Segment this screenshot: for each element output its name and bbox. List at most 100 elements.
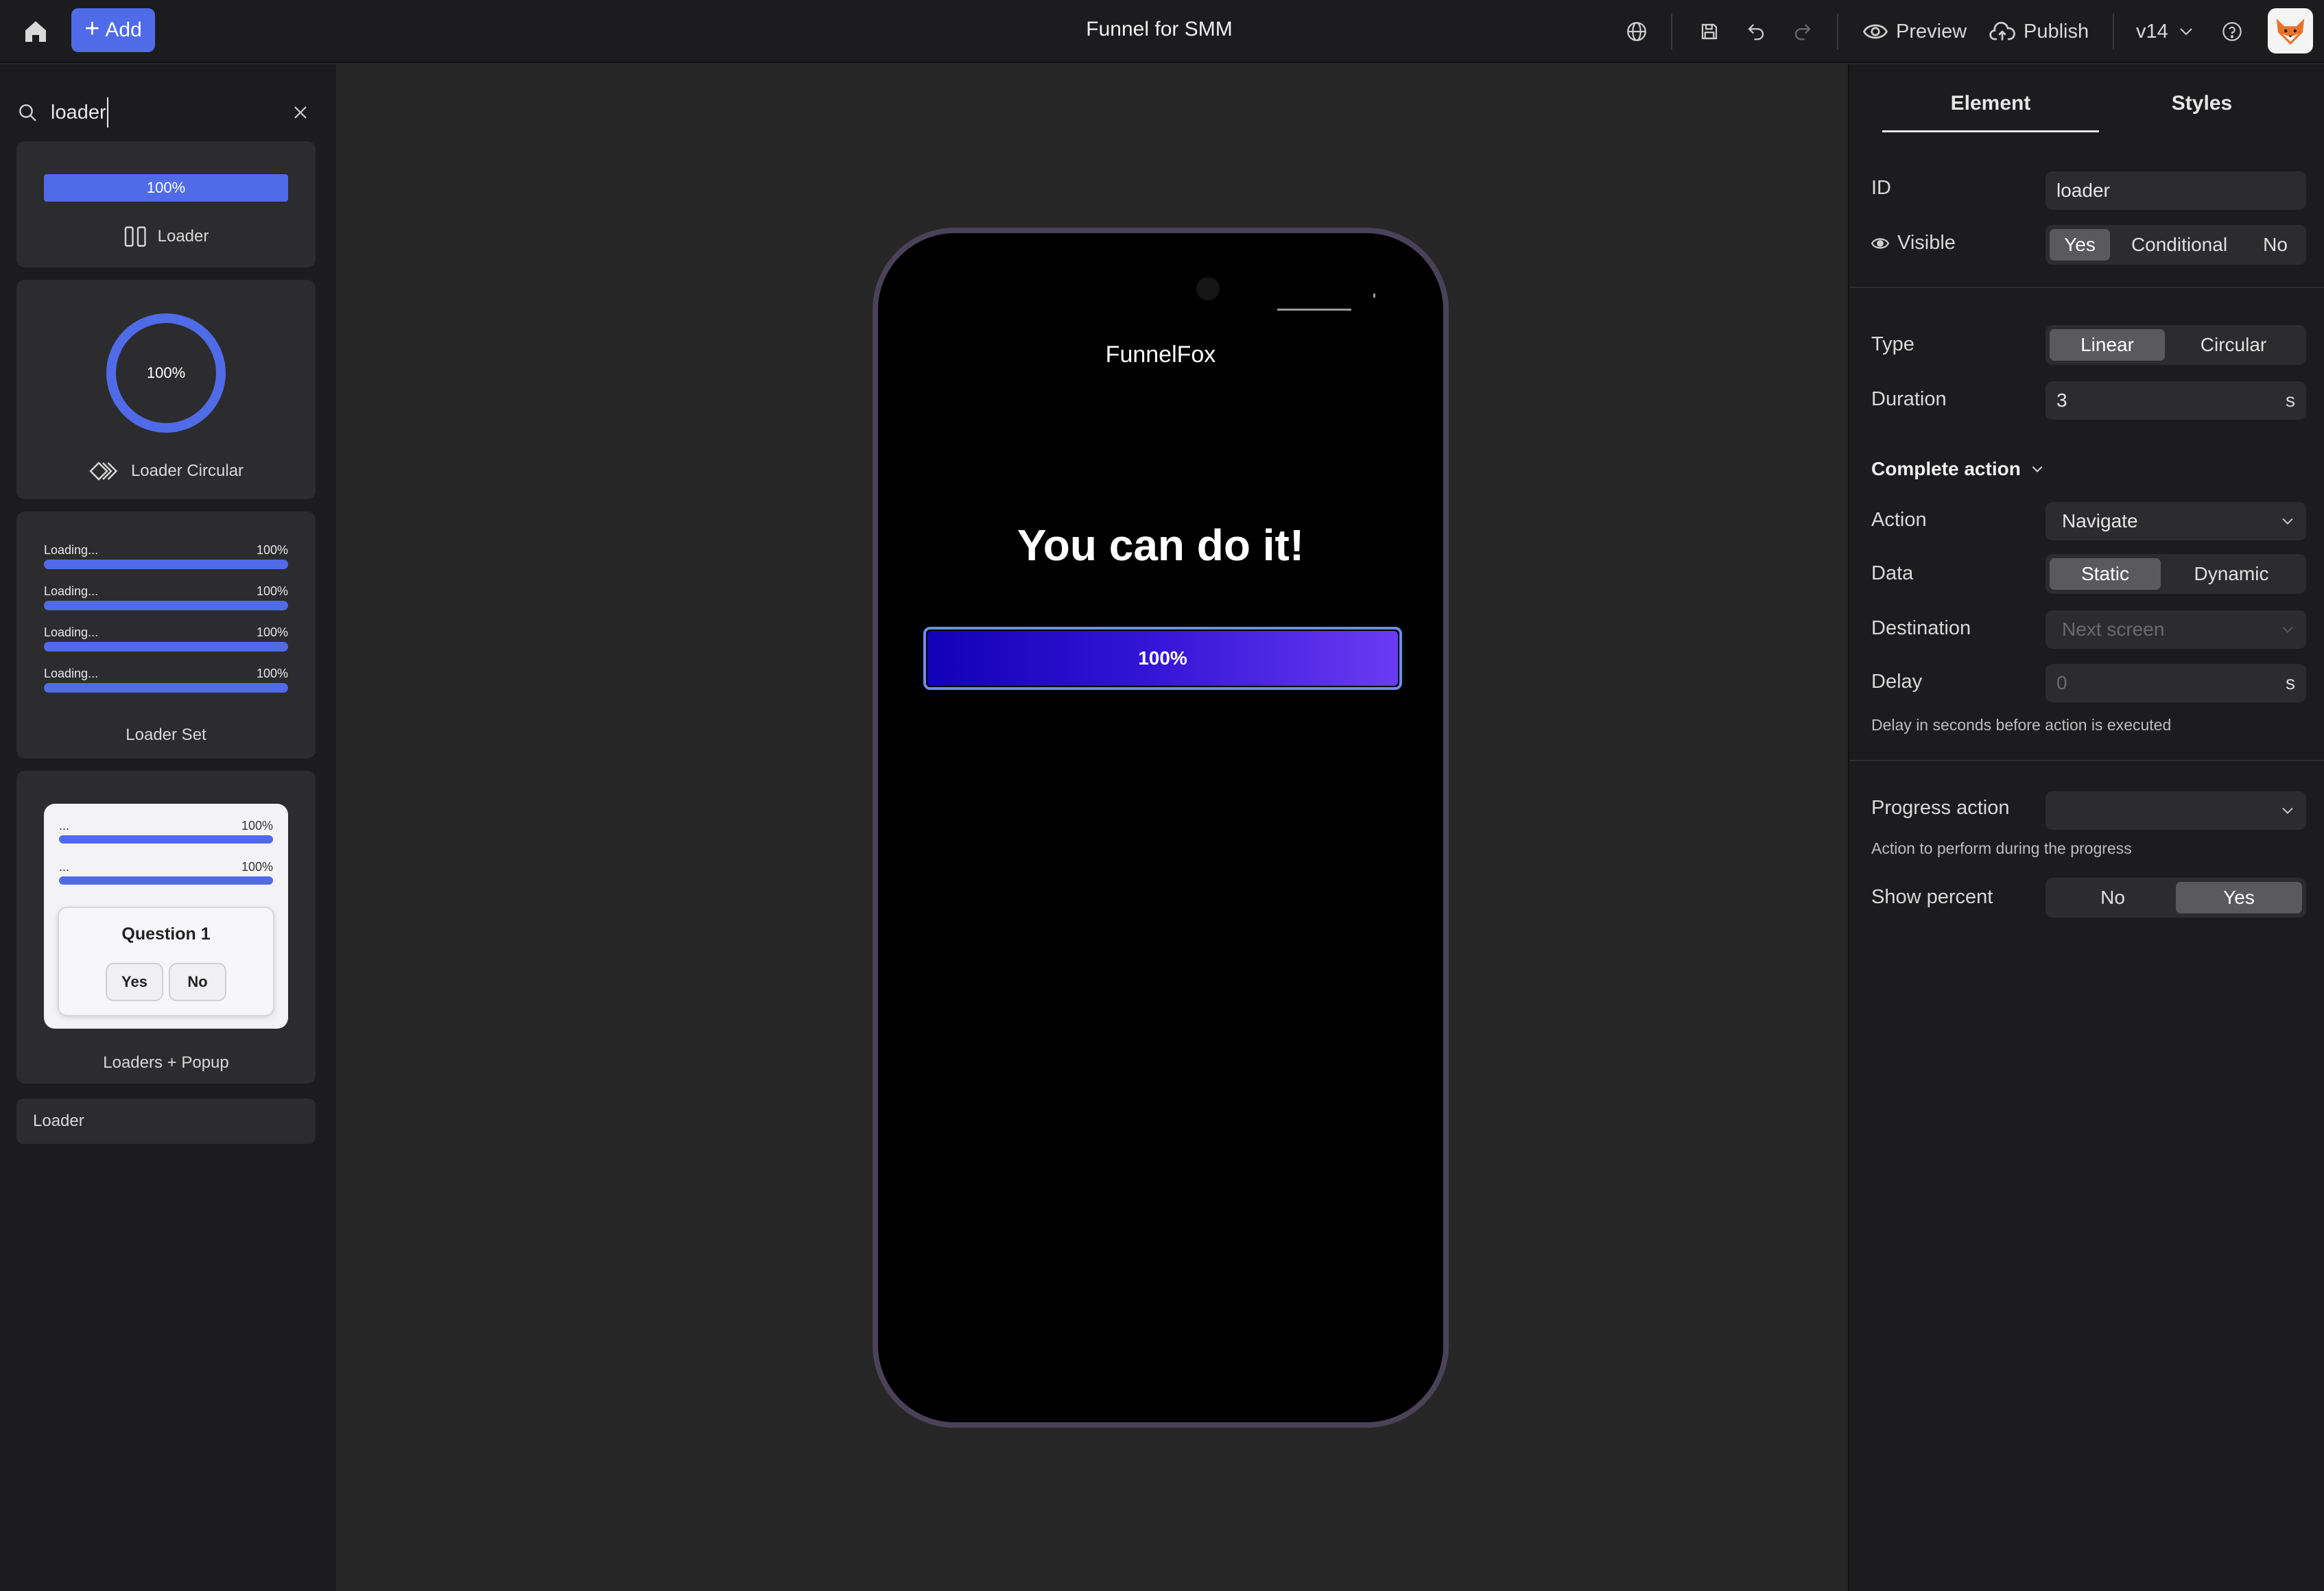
- tab-styles[interactable]: Styles: [2099, 92, 2305, 130]
- cloud-upload-icon: [1989, 21, 2015, 40]
- save-button[interactable]: [1694, 16, 1724, 47]
- linear-loader-icon: [124, 226, 146, 247]
- section-divider: [1849, 287, 2324, 288]
- element-card-loader-circular[interactable]: 100% Loader Circular: [16, 280, 316, 499]
- top-bar: + Add Funnel for SMM Preview Publish v14: [0, 0, 2324, 63]
- row-label: Loading...: [44, 625, 99, 639]
- duration-value: 3: [2056, 390, 2067, 411]
- visible-label-text: Visible: [1897, 232, 1956, 254]
- help-button[interactable]: [2217, 16, 2247, 47]
- progress-action-label: Progress action: [1871, 797, 2010, 819]
- eye-icon: [1863, 24, 1888, 39]
- row-percent: 100%: [256, 543, 288, 557]
- active-tab-indicator: [1882, 130, 2099, 132]
- action-value: Navigate: [2062, 510, 2138, 531]
- redo-icon: [1794, 24, 1811, 40]
- visible-option-yes[interactable]: Yes: [2050, 229, 2110, 261]
- chevron-down-icon: [2280, 516, 2295, 526]
- add-button-label: Add: [105, 19, 142, 41]
- loader-set-card-label: Loader Set: [126, 726, 206, 744]
- type-label: Type: [1871, 333, 1914, 355]
- card-label: Loader Circular: [16, 459, 316, 483]
- funnel-brand[interactable]: FunnelFox: [878, 342, 1443, 368]
- home-button[interactable]: [21, 16, 51, 47]
- loader-circular-card-label: Loader Circular: [130, 462, 244, 480]
- preview-button[interactable]: Preview: [1863, 15, 1967, 48]
- data-option-static[interactable]: Static: [2050, 558, 2161, 590]
- funnel-heading[interactable]: You can do it!: [878, 520, 1443, 571]
- action-label: Action: [1871, 509, 1927, 531]
- search-input[interactable]: [51, 97, 108, 128]
- delay-hint: Delay in seconds before action is execut…: [1871, 716, 2172, 734]
- publish-button[interactable]: Publish: [1989, 15, 2089, 48]
- chevron-down-icon: [2180, 28, 2192, 36]
- selected-loader-element[interactable]: 100%: [923, 627, 1402, 690]
- phone-camera: [1196, 277, 1220, 300]
- add-button[interactable]: + Add: [71, 8, 155, 52]
- row-bar: [59, 876, 273, 885]
- complete-action-toggle[interactable]: Complete action: [1871, 458, 2044, 480]
- data-option-dynamic[interactable]: Dynamic: [2161, 558, 2302, 590]
- show-percent-option-yes[interactable]: Yes: [2176, 882, 2302, 913]
- row-percent: 100%: [256, 584, 288, 598]
- chevron-down-icon: [2280, 625, 2295, 634]
- type-segmented-control: Linear Circular: [2046, 325, 2306, 365]
- funnel-title: Funnel for SMM: [1086, 18, 1233, 40]
- tab-element[interactable]: Element: [1882, 92, 2099, 130]
- row-label: Loading...: [44, 584, 99, 598]
- element-card-loader-set[interactable]: Loading... 100% Loading... 100% Loading.…: [16, 512, 316, 758]
- close-icon: [294, 106, 307, 119]
- circular-loader-preview: 100%: [104, 311, 228, 435]
- id-field[interactable]: loader: [2046, 171, 2306, 210]
- progress-action-hint: Action to perform during the progress: [1871, 839, 2132, 857]
- phone-status-line: [1277, 309, 1351, 311]
- toolbar-divider: [1837, 14, 1838, 49]
- row-bar: [44, 601, 288, 610]
- loader-card-label: Loader: [157, 227, 209, 246]
- row-label: ...: [59, 860, 70, 874]
- avatar[interactable]: [2268, 8, 2313, 53]
- version-dropdown[interactable]: v14: [2136, 15, 2194, 48]
- type-option-linear[interactable]: Linear: [2050, 329, 2165, 361]
- visible-segmented-control: Yes Conditional No: [2046, 225, 2306, 265]
- show-percent-option-no[interactable]: No: [2050, 882, 2176, 913]
- redo-button[interactable]: [1788, 16, 1818, 47]
- show-percent-segmented-control: No Yes: [2046, 878, 2306, 918]
- id-value: loader: [2056, 180, 2110, 201]
- complete-action-label: Complete action: [1871, 458, 2021, 479]
- editor-canvas: FunnelFox You can do it! 100%: [337, 64, 1847, 1591]
- row-bar: [44, 560, 288, 569]
- row-label: Loading...: [44, 667, 99, 680]
- visible-option-no[interactable]: No: [2249, 229, 2302, 261]
- clear-search-button[interactable]: [287, 99, 314, 126]
- progress-action-select[interactable]: [2046, 791, 2306, 830]
- search-result-loader[interactable]: Loader: [16, 1099, 316, 1144]
- delay-field[interactable]: 0 s: [2046, 664, 2306, 702]
- chevron-down-icon: [2280, 806, 2295, 815]
- element-card-loaders-popup[interactable]: ... 100% ... 100% Question 1 Yes No Load…: [16, 771, 316, 1084]
- undo-button[interactable]: [1741, 16, 1771, 47]
- visible-label: Visible: [1871, 232, 1956, 254]
- card-label: Loader: [16, 225, 316, 248]
- loaders-popup-card-label: Loaders + Popup: [103, 1053, 229, 1072]
- type-option-circular[interactable]: Circular: [2165, 329, 2302, 361]
- destination-label: Destination: [1871, 617, 1971, 639]
- row-label: Loading...: [44, 543, 99, 557]
- data-segmented-control: Static Dynamic: [2046, 554, 2306, 594]
- destination-select[interactable]: Next screen: [2046, 610, 2306, 649]
- destination-placeholder: Next screen: [2062, 619, 2165, 640]
- duration-field[interactable]: 3 s: [2046, 381, 2306, 420]
- element-card-loader[interactable]: 100% Loader: [16, 141, 316, 267]
- loaders-popup-preview: ... 100% ... 100% Question 1 Yes No: [44, 804, 288, 1029]
- loader-fill: 100%: [927, 631, 1398, 686]
- home-icon: [25, 21, 46, 42]
- fox-logo-icon: [2276, 19, 2305, 45]
- action-select[interactable]: Navigate: [2046, 502, 2306, 540]
- row-bar: [44, 683, 288, 693]
- row-percent: 100%: [241, 860, 273, 874]
- language-button[interactable]: [1622, 16, 1652, 47]
- popup-no: No: [169, 963, 226, 1001]
- row-percent: 100%: [241, 819, 273, 833]
- visible-option-conditional[interactable]: Conditional: [2110, 229, 2249, 261]
- show-percent-label: Show percent: [1871, 886, 1993, 908]
